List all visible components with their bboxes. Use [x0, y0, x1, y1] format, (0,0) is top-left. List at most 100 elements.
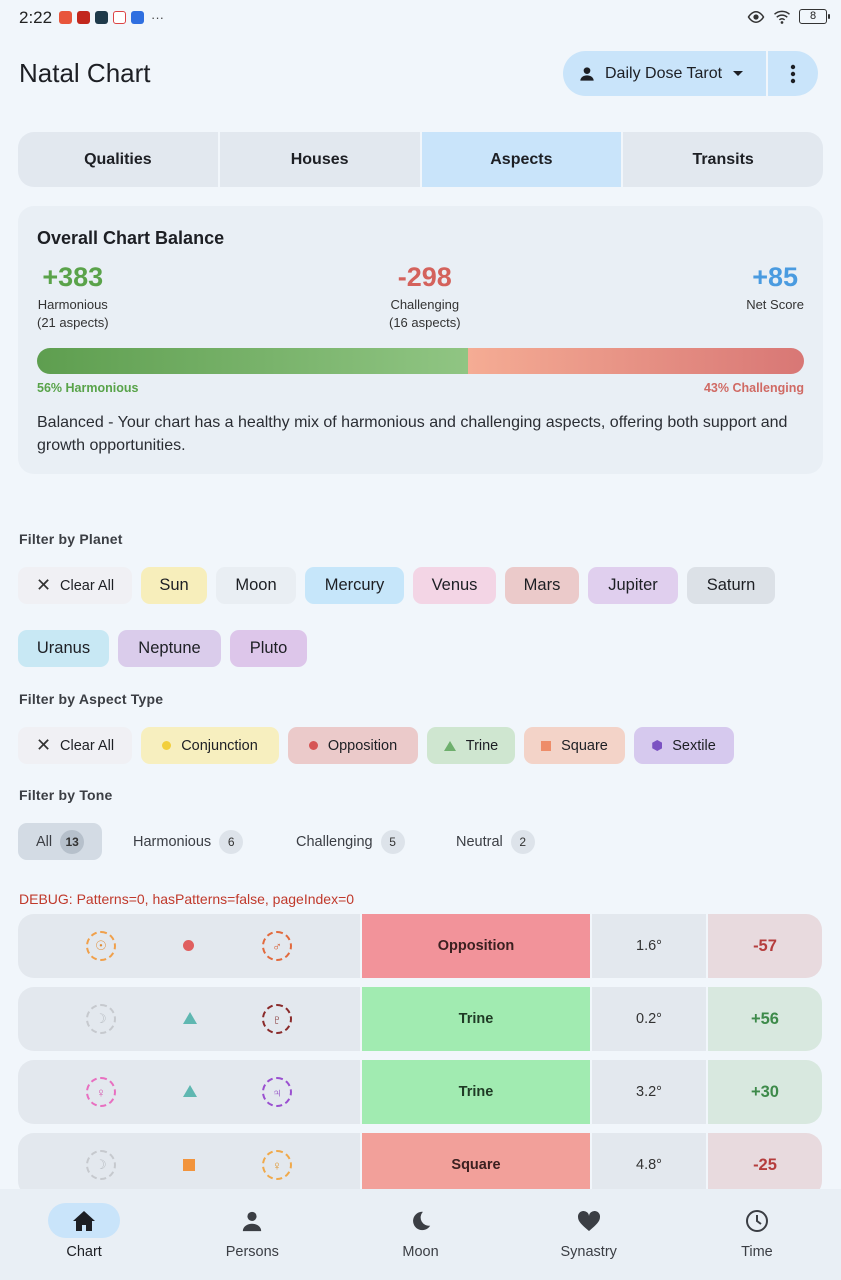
nav-persons[interactable]: Persons [168, 1189, 336, 1280]
trine-icon [183, 1012, 197, 1024]
aspect-planets: ☽ ♀ [18, 1133, 360, 1197]
balance-bar-challenging [468, 348, 804, 374]
aspect-row[interactable]: ☽ ♀ Square 4.8° -25 [18, 1133, 823, 1197]
clear-planets-button[interactable]: ✕ Clear All [18, 567, 132, 604]
wifi-icon [774, 10, 790, 24]
clock-icon [745, 1209, 768, 1232]
net-value: +85 [752, 262, 798, 292]
chip-venus[interactable]: Venus [413, 567, 496, 604]
nav-label: Synastry [560, 1244, 617, 1260]
more-options-button[interactable] [768, 51, 818, 96]
bottom-navigation: Chart Persons Moon Synastry Time [0, 1189, 841, 1280]
chip-saturn[interactable]: Saturn [687, 567, 775, 604]
nav-time[interactable]: Time [673, 1189, 841, 1280]
nav-synastry[interactable]: Synastry [505, 1189, 673, 1280]
chip-trine[interactable]: Trine [427, 727, 515, 764]
battery-icon: 8 [799, 9, 830, 24]
chip-mars[interactable]: Mars [505, 567, 579, 604]
filter-tone-label: Filter by Tone [19, 787, 113, 803]
challenging-score: -298 Challenging (16 aspects) [389, 262, 461, 332]
nav-moon-pill [385, 1203, 457, 1238]
sun-icon: ☉ [86, 931, 116, 961]
hexagon-icon [652, 740, 663, 751]
aspect-planets: ☉ ♂ [18, 914, 360, 978]
harmonious-label: Harmonious (21 aspects) [37, 297, 109, 330]
nav-label: Moon [402, 1244, 439, 1260]
count-badge: 6 [219, 829, 244, 854]
challenging-value: -298 [397, 262, 452, 292]
chip-conjunction[interactable]: Conjunction [141, 727, 279, 764]
square-icon [183, 1159, 195, 1171]
chip-moon[interactable]: Moon [216, 567, 296, 604]
aspect-orb: 3.2° [592, 1060, 706, 1124]
aspect-row[interactable]: ☉ ♂ Opposition 1.6° -57 [18, 914, 823, 978]
chip-neptune[interactable]: Neptune [118, 630, 221, 667]
aspect-row[interactable]: ♀ ♃ Trine 3.2° +30 [18, 1060, 823, 1124]
close-icon: ✕ [35, 575, 52, 595]
moon-icon: ☽ [86, 1150, 116, 1180]
eye-icon [747, 10, 765, 23]
notification-app-icon [77, 11, 90, 24]
tab-houses[interactable]: Houses [219, 132, 420, 187]
aspect-orb: 0.2° [592, 987, 706, 1051]
chip-pluto[interactable]: Pluto [230, 630, 307, 667]
circle-icon [162, 741, 172, 750]
aspect-planets: ☽ ♇ [18, 987, 360, 1051]
nav-time-pill [721, 1203, 793, 1238]
harmonious-value: +383 [42, 262, 104, 292]
nav-moon[interactable]: Moon [336, 1189, 504, 1280]
tone-all[interactable]: All 13 [18, 823, 103, 860]
chip-opposition[interactable]: Opposition [288, 727, 418, 764]
card-title: Overall Chart Balance [37, 228, 225, 248]
gmail-icon [113, 11, 126, 24]
more-vert-icon [790, 64, 796, 83]
nav-chart-pill [48, 1203, 121, 1238]
count-badge: 13 [60, 829, 85, 854]
nav-label: Persons [225, 1244, 279, 1260]
jupiter-icon: ♃ [262, 1077, 292, 1107]
clear-aspects-button[interactable]: ✕ Clear All [18, 727, 132, 764]
count-badge: 2 [510, 829, 535, 854]
tone-neutral[interactable]: Neutral 2 [456, 823, 535, 860]
chevron-down-icon [733, 70, 744, 76]
nav-chart[interactable]: Chart [0, 1189, 168, 1280]
close-icon: ✕ [35, 735, 52, 755]
chip-uranus[interactable]: Uranus [18, 630, 109, 667]
tone-challenging[interactable]: Challenging 5 [296, 823, 405, 860]
pluto-icon: ♇ [262, 1004, 292, 1034]
nav-persons-pill [216, 1203, 288, 1238]
moon-icon [412, 1211, 430, 1230]
chip-square[interactable]: Square [524, 727, 625, 764]
home-icon [73, 1210, 96, 1231]
aspect-score: -25 [708, 1133, 822, 1197]
more-notifications-icon: ··· [151, 10, 164, 25]
circle-icon [308, 741, 318, 750]
aspect-planets: ♀ ♃ [18, 1060, 360, 1124]
tab-qualities[interactable]: Qualities [18, 132, 218, 187]
tab-aspects[interactable]: Aspects [421, 132, 622, 187]
notification-app-icon [95, 11, 108, 24]
aspect-score: -57 [708, 914, 822, 978]
filter-planet-label: Filter by Planet [19, 531, 123, 547]
net-label: Net Score [746, 297, 804, 312]
chip-sextile[interactable]: Sextile [634, 727, 734, 764]
tab-transits[interactable]: Transits [623, 132, 823, 187]
triangle-icon [443, 740, 456, 751]
chip-mercury[interactable]: Mercury [305, 567, 404, 604]
balance-bar-harmonious [37, 348, 469, 374]
notification-icons: ··· [59, 11, 164, 24]
aspect-row[interactable]: ☽ ♇ Trine 0.2° +56 [18, 987, 823, 1051]
heart-icon [577, 1210, 600, 1231]
challenging-label: Challenging (16 aspects) [389, 297, 461, 330]
chart-balance-card: Overall Chart Balance +383 Harmonious (21… [18, 206, 823, 474]
profile-selector-button[interactable]: Daily Dose Tarot [563, 51, 766, 96]
square-icon [541, 740, 552, 751]
aspect-orb: 1.6° [592, 914, 706, 978]
chip-sun[interactable]: Sun [141, 567, 207, 604]
nav-synastry-pill [553, 1203, 625, 1238]
notification-app-icon [59, 11, 72, 24]
notification-app-icon [131, 11, 144, 24]
chip-jupiter[interactable]: Jupiter [588, 567, 678, 604]
tone-harmonious[interactable]: Harmonious 6 [133, 823, 244, 860]
trine-icon [183, 1085, 197, 1097]
